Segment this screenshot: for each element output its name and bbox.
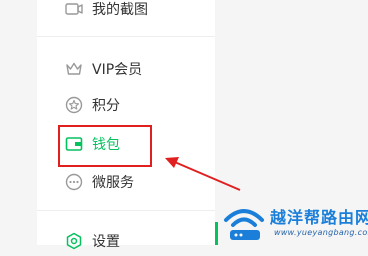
watermark: 越洋帮路由网 www.yueyangbang.com	[218, 198, 368, 245]
watermark-title: 越洋帮路由网	[270, 208, 368, 227]
watermark-url: www.yueyangbang.com	[274, 228, 368, 237]
router-wifi-icon	[224, 209, 264, 240]
